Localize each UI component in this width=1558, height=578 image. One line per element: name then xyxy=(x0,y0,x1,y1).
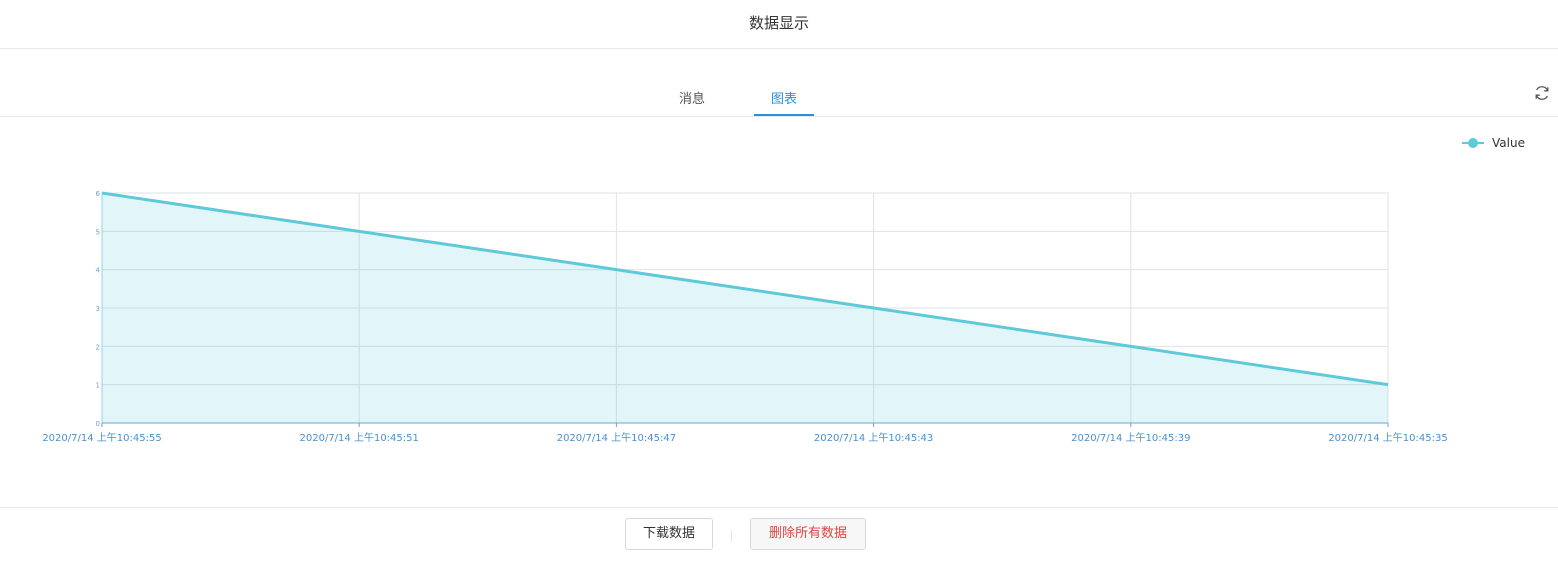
data-point xyxy=(872,306,876,310)
data-point xyxy=(1386,383,1390,387)
tab-messages[interactable]: 消息 xyxy=(662,88,722,116)
data-point xyxy=(1129,344,1133,348)
delete-all-data-button[interactable]: 删除所有数据 xyxy=(750,518,866,550)
refresh-icon[interactable] xyxy=(1533,84,1551,102)
chart-canvas: 0 1 2 3 4 5 6 2020/7/14 上午10:45:55 2020/7/14 上午1… xyxy=(42,136,1525,444)
y-tick-label: 0 xyxy=(96,420,100,428)
active-tab-indicator xyxy=(754,114,814,116)
download-data-button[interactable]: 下载数据 xyxy=(625,518,713,550)
x-tick-label: 2020/7/14 上午10:45:39 xyxy=(1071,431,1190,444)
tab-chart[interactable]: 图表 xyxy=(754,88,814,116)
y-tick-label: 4 xyxy=(96,267,101,275)
x-tick-label: 2020/7/14 上午10:45:43 xyxy=(814,431,933,444)
line-chart: 0 1 2 3 4 5 6 2020/7/14 上午10:45:55 2020/7/14 上午1… xyxy=(0,120,1558,490)
tab-bar: 消息 图表 xyxy=(0,76,1558,117)
page-title: 数据显示 xyxy=(748,14,809,32)
legend-swatch-marker xyxy=(1468,138,1478,148)
footer-bar: 下载数据 删除所有数据 xyxy=(0,507,1558,578)
y-tick-label: 6 xyxy=(96,190,101,198)
x-tick-label: 2020/7/14 上午10:45:35 xyxy=(1328,431,1447,444)
y-tick-label: 2 xyxy=(96,343,100,351)
y-tick-label: 3 xyxy=(96,305,100,313)
legend-label: Value xyxy=(1492,136,1525,150)
data-point xyxy=(100,191,104,195)
x-tick-label: 2020/7/14 上午10:45:55 xyxy=(42,431,161,444)
button-divider xyxy=(731,530,732,542)
y-tick-label: 5 xyxy=(96,228,100,236)
y-tick-label: 1 xyxy=(96,382,100,390)
data-point xyxy=(357,229,361,233)
x-tick-label: 2020/7/14 上午10:45:51 xyxy=(300,431,419,444)
x-tick-label: 2020/7/14 上午10:45:47 xyxy=(557,431,676,444)
data-point xyxy=(614,268,618,272)
app-header: 数据显示 xyxy=(0,0,1558,49)
